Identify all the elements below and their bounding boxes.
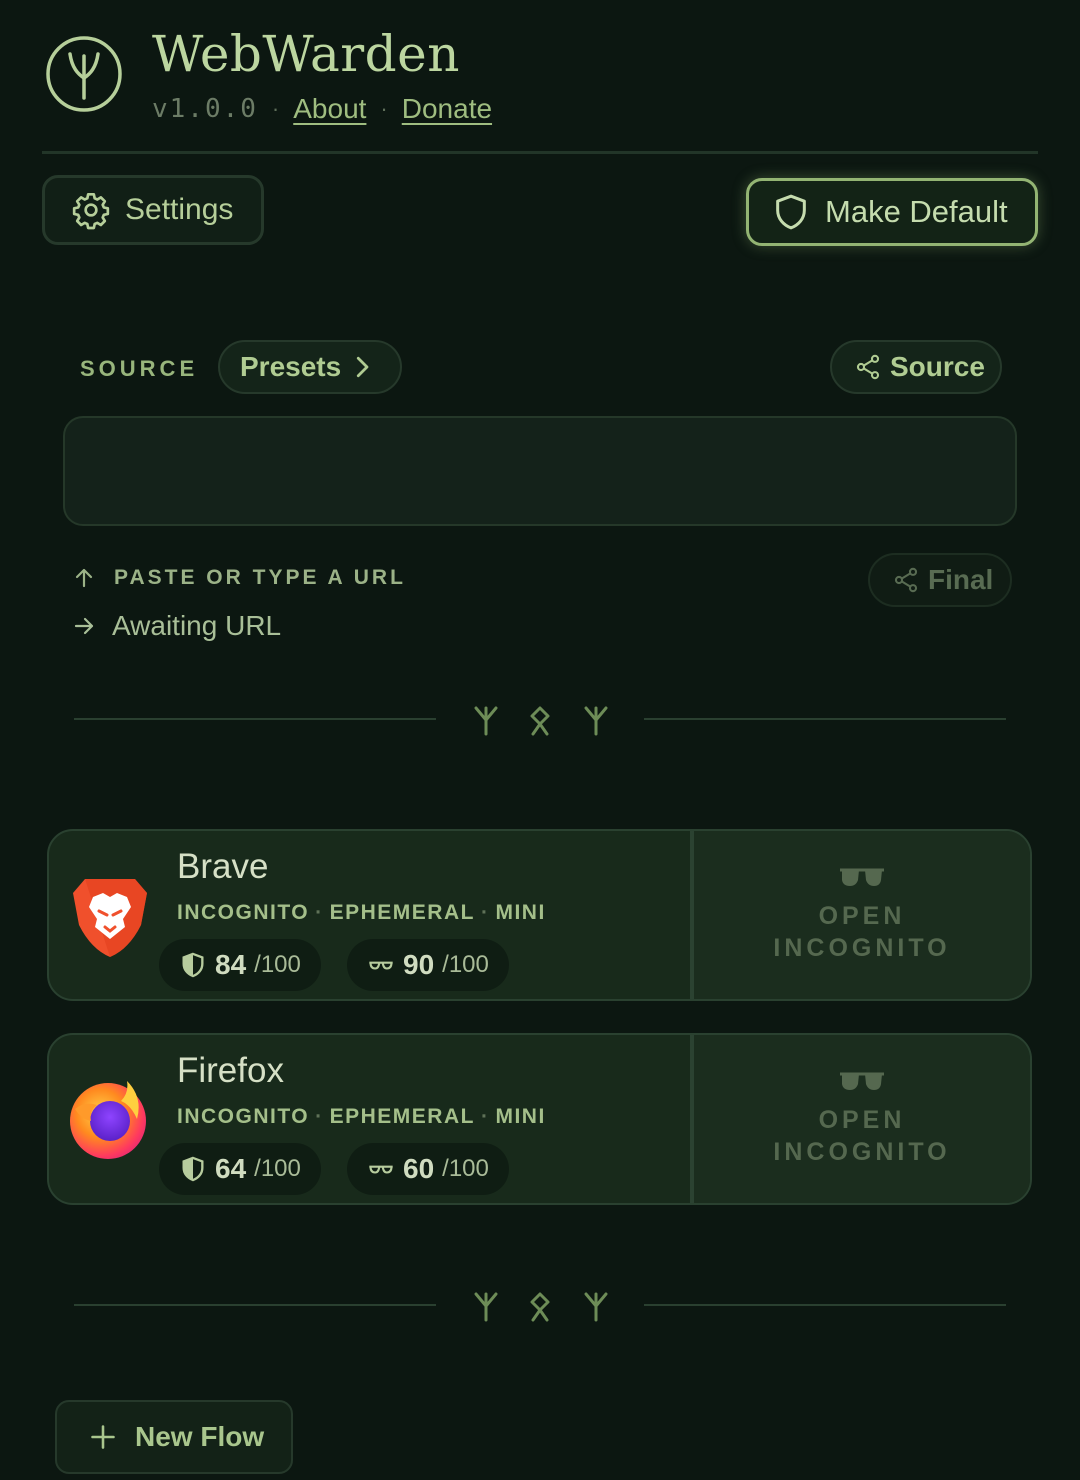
app-meta: v1.0.0 · About · Donate [152, 92, 492, 126]
source-share-button[interactable]: Source [830, 340, 1002, 394]
divider-line-left [74, 1304, 436, 1306]
stealth-score-badge: 60 /100 [347, 1143, 509, 1195]
final-share-button[interactable]: Final [868, 553, 1012, 607]
url-hint-text: PASTE OR TYPE A URL [114, 566, 406, 589]
url-status: Awaiting URL [72, 610, 281, 642]
rune-divider-icon [474, 706, 608, 736]
arrow-up-icon [75, 568, 93, 588]
arrow-right-icon [74, 617, 94, 635]
url-hint: PASTE OR TYPE A URL [72, 566, 406, 590]
browser-mode-tags: INCOGNITO · EPHEMERAL · MINI [177, 1105, 546, 1128]
presets-button[interactable]: Presets [218, 340, 402, 394]
app-title: WebWarden [152, 25, 460, 83]
about-link[interactable]: About [293, 92, 366, 126]
privacy-score-max: /100 [254, 951, 301, 978]
rune-divider-icon [474, 1292, 608, 1322]
browser-card-info: Firefox INCOGNITO · EPHEMERAL · MINI 64 /100… [49, 1035, 691, 1203]
new-flow-button[interactable]: New Flow [55, 1400, 293, 1474]
header-divider [42, 151, 1038, 154]
privacy-score-badge: 64 /100 [159, 1143, 321, 1195]
meta-separator: · [271, 96, 280, 121]
firefox-logo-icon [70, 1081, 146, 1159]
browser-name: Brave [177, 847, 269, 886]
shield-icon [776, 194, 806, 230]
source-share-button-label: Source [890, 351, 985, 382]
shield-half-icon [182, 952, 204, 978]
divider-line-right [644, 718, 1006, 720]
settings-button-label: Settings [125, 193, 234, 226]
webwarden-logo-icon [46, 36, 122, 112]
plus-icon [91, 1425, 115, 1449]
share-icon [856, 354, 880, 380]
open-incognito-button-firefox[interactable]: OPEN INCOGNITO [694, 1035, 1030, 1203]
glasses-icon [369, 1165, 393, 1174]
donate-link[interactable]: Donate [402, 92, 492, 126]
mode-tag: INCOGNITO [177, 1105, 310, 1128]
browser-card-firefox: Firefox INCOGNITO · EPHEMERAL · MINI 64 /100… [47, 1033, 1032, 1205]
mode-tag: MINI [495, 1105, 546, 1128]
glasses-icon [369, 961, 393, 970]
stealth-score-value: 90 [403, 949, 435, 980]
make-default-button[interactable]: Make Default [746, 178, 1038, 246]
brave-logo-icon [73, 879, 147, 957]
new-flow-button-label: New Flow [135, 1421, 265, 1452]
privacy-score-badge: 84 /100 [159, 939, 321, 991]
sunglasses-icon [840, 1072, 884, 1090]
open-incognito-button-brave[interactable]: OPEN INCOGNITO [694, 831, 1030, 999]
browser-mode-tags: INCOGNITO · EPHEMERAL · MINI [177, 901, 546, 924]
share-icon [894, 567, 918, 593]
mode-tag: EPHEMERAL [329, 901, 475, 924]
sunglasses-icon [840, 868, 884, 886]
open-incognito-label: OPEN INCOGNITO [773, 1106, 951, 1166]
privacy-score-value: 84 [215, 949, 247, 980]
mode-tag: INCOGNITO [177, 901, 310, 924]
make-default-button-label: Make Default [825, 194, 1008, 229]
presets-button-label: Presets [240, 351, 342, 382]
final-share-button-label: Final [928, 564, 994, 595]
version-label: v1.0.0 [152, 94, 258, 124]
stealth-score-value: 60 [403, 1153, 435, 1184]
stealth-score-max: /100 [442, 1155, 489, 1182]
divider-line-left [74, 718, 436, 720]
gear-icon [72, 193, 110, 230]
stealth-score-badge: 90 /100 [347, 939, 509, 991]
mode-tag: EPHEMERAL [329, 1105, 475, 1128]
privacy-score-value: 64 [215, 1153, 247, 1184]
url-status-text: Awaiting URL [112, 610, 282, 641]
browser-card-brave: Brave INCOGNITO · EPHEMERAL · MINI 84 /100 9… [47, 829, 1032, 1001]
mode-tag: MINI [495, 901, 546, 924]
divider-line-right [644, 1304, 1006, 1306]
shield-half-icon [182, 1156, 204, 1182]
meta-separator: · [380, 96, 388, 121]
open-incognito-label: OPEN INCOGNITO [773, 902, 951, 962]
browser-name: Firefox [177, 1051, 284, 1090]
url-input[interactable] [63, 416, 1017, 526]
privacy-score-max: /100 [254, 1155, 301, 1182]
stealth-score-max: /100 [442, 951, 489, 978]
source-section-label: SOURCE [80, 356, 199, 381]
settings-button[interactable]: Settings [42, 175, 264, 245]
browser-card-info: Brave INCOGNITO · EPHEMERAL · MINI 84 /100 9… [49, 831, 691, 999]
chevron-right-icon [357, 356, 369, 378]
